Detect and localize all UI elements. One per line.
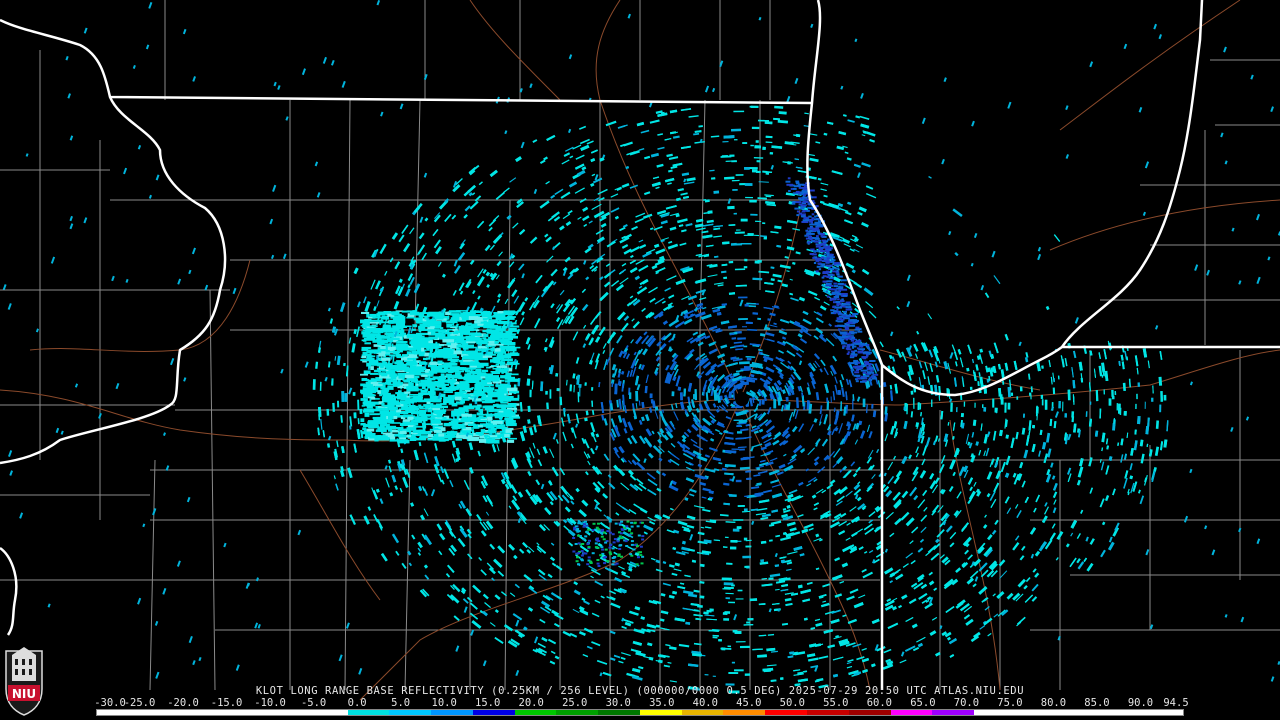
color-scale-label: 90.0: [1127, 697, 1154, 709]
color-scale-swatch: [222, 710, 265, 715]
color-scale-label: 75.0: [997, 697, 1023, 709]
color-scale-swatch: [1099, 710, 1142, 715]
color-scale-label: 60.0: [866, 697, 893, 709]
color-scale-swatch: [848, 710, 891, 715]
color-scale-label: 10.0: [431, 697, 457, 709]
color-scale-swatch: [639, 710, 682, 715]
state-borders: [0, 0, 1280, 690]
color-scale-swatch: [389, 710, 432, 715]
color-scale-label: 30.0: [605, 697, 631, 709]
color-scale-label: 25.0: [562, 697, 588, 709]
color-scale-label: -10.0: [254, 697, 286, 709]
color-scale-label: 0.0: [347, 697, 367, 709]
color-scale-swatch: [138, 710, 181, 715]
color-scale-label: 70.0: [953, 697, 980, 709]
color-scale-label: -30.0: [94, 697, 126, 709]
color-scale-swatch: [974, 710, 1016, 715]
color-scale-swatch: [431, 710, 473, 715]
product-caption: KLOT LONG RANGE BASE REFLECTIVITY (0.25K…: [255, 685, 1025, 697]
color-scale-bar: [96, 709, 1184, 716]
color-scale-swatch: [264, 710, 306, 715]
color-scale-swatch: [556, 710, 599, 715]
color-scale-swatch: [305, 710, 348, 715]
color-scale-swatch: [472, 710, 515, 715]
color-scale-label: 50.0: [779, 697, 805, 709]
color-scale-label: 35.0: [649, 697, 675, 709]
color-scale-swatch: [681, 710, 724, 715]
color-scale-swatch: [723, 710, 766, 715]
color-scale-swatch: [765, 710, 808, 715]
color-scale-swatch: [347, 710, 390, 715]
color-scale-label: 20.0: [518, 697, 544, 709]
color-scale-label: 80.0: [1040, 697, 1067, 709]
color-scale-label: -5.0: [300, 697, 327, 709]
color-scale-swatch: [1141, 710, 1183, 715]
color-scale-label: 65.0: [910, 697, 936, 709]
highways: [0, 0, 1280, 701]
color-scale-label: 55.0: [823, 697, 849, 709]
color-scale-label: 85.0: [1084, 697, 1110, 709]
color-scale-label: -20.0: [167, 697, 199, 709]
radar-map: [0, 0, 1280, 701]
county-borders: [0, 0, 1280, 691]
color-scale-swatch: [807, 710, 849, 715]
color-scale-swatch: [97, 710, 139, 715]
color-scale-swatch: [180, 710, 223, 715]
radar-site-marker: [735, 392, 749, 406]
color-scale-label: -15.0: [210, 697, 243, 709]
color-scale-label: 5.0: [391, 697, 411, 709]
color-scale-swatch: [1015, 710, 1058, 715]
color-scale-labels: -30.0 -25.0 -20.0 -15.0 -10.0 -5.0 0.0 5.0 10.0 1…: [94, 697, 1196, 709]
color-scale-label: 15.0: [475, 697, 501, 709]
color-scale-swatch: [598, 710, 640, 715]
color-scale-swatch: [514, 710, 557, 715]
color-scale-swatch: [932, 710, 975, 715]
color-scale-swatch: [890, 710, 933, 715]
color-scale-label: 94.5: [1163, 697, 1189, 709]
color-scale-swatch: [1057, 710, 1100, 715]
color-scale-label: 45.0: [736, 697, 762, 709]
color-scale-label: -25.0: [123, 697, 156, 709]
color-scale-label: 40.0: [692, 697, 718, 709]
niu-logo-icon: NIU: [5, 647, 43, 716]
